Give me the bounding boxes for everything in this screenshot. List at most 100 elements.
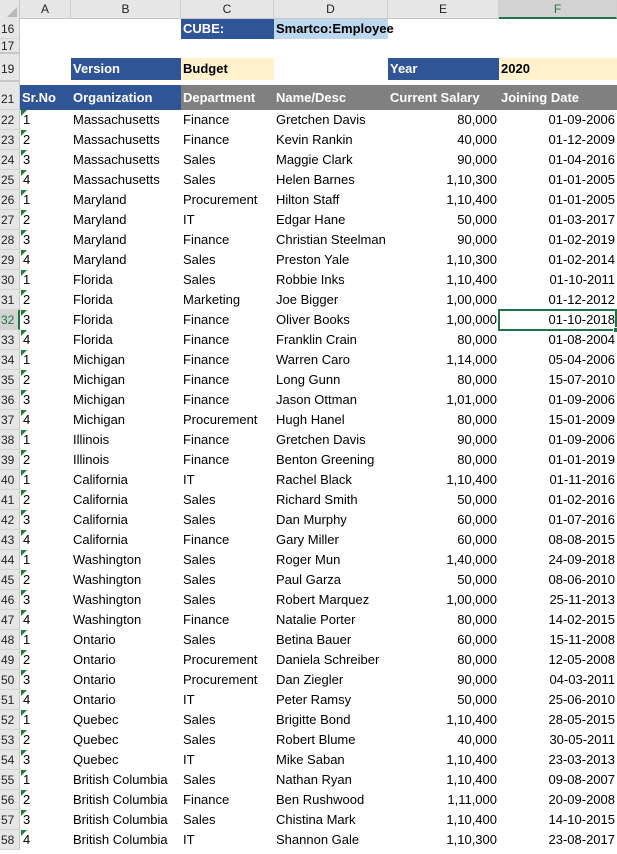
cell-joining-date[interactable]: 12-05-2008 bbox=[499, 650, 617, 670]
cell-department[interactable]: Finance bbox=[181, 390, 274, 410]
cell-salary[interactable]: 1,40,000 bbox=[388, 550, 499, 570]
cell-name[interactable]: Nathan Ryan bbox=[274, 770, 388, 790]
cell-name[interactable]: Robert Blume bbox=[274, 730, 388, 750]
cell-department[interactable]: Sales bbox=[181, 490, 274, 510]
column-header-d[interactable]: D bbox=[274, 0, 388, 19]
cell-srno[interactable]: 2 bbox=[20, 370, 71, 390]
cell-organization[interactable]: Massachusetts bbox=[71, 170, 181, 190]
row-header-47[interactable]: 47 bbox=[0, 610, 20, 630]
cell-salary[interactable]: 1,10,400 bbox=[388, 710, 499, 730]
row-header-48[interactable]: 48 bbox=[0, 630, 20, 650]
cell-salary[interactable]: 90,000 bbox=[388, 430, 499, 450]
cell-salary[interactable]: 60,000 bbox=[388, 630, 499, 650]
cell-joining-date[interactable]: 14-10-2015 bbox=[499, 810, 617, 830]
cell-salary[interactable]: 1,10,400 bbox=[388, 270, 499, 290]
cell-joining-date[interactable]: 08-08-2015 bbox=[499, 530, 617, 550]
column-header-b[interactable]: B bbox=[71, 0, 181, 19]
cell-joining-date[interactable]: 01-02-2019 bbox=[499, 230, 617, 250]
cell-srno[interactable]: 4 bbox=[20, 610, 71, 630]
row-header-21[interactable]: 21 bbox=[0, 82, 20, 110]
row-header-45[interactable]: 45 bbox=[0, 570, 20, 590]
cell-department[interactable]: Finance bbox=[181, 130, 274, 150]
cell-srno[interactable]: 1 bbox=[20, 710, 71, 730]
row-header-53[interactable]: 53 bbox=[0, 730, 20, 750]
cell-name[interactable]: Shannon Gale bbox=[274, 830, 388, 850]
cell-department[interactable]: Finance bbox=[181, 610, 274, 630]
cell-name[interactable]: Kevin Rankin bbox=[274, 130, 388, 150]
row-header-49[interactable]: 49 bbox=[0, 650, 20, 670]
cell-salary[interactable]: 50,000 bbox=[388, 570, 499, 590]
cell-organization[interactable]: British Columbia bbox=[71, 830, 181, 850]
column-header-e[interactable]: E bbox=[388, 0, 499, 19]
cell-name[interactable]: Dan Murphy bbox=[274, 510, 388, 530]
cell-name[interactable]: Betina Bauer bbox=[274, 630, 388, 650]
cell-name[interactable]: Hilton Staff bbox=[274, 190, 388, 210]
cell-department[interactable]: Finance bbox=[181, 330, 274, 350]
cell-salary[interactable]: 80,000 bbox=[388, 370, 499, 390]
cell-salary[interactable]: 60,000 bbox=[388, 530, 499, 550]
row-header-28[interactable]: 28 bbox=[0, 230, 20, 250]
cell-name[interactable]: Natalie Porter bbox=[274, 610, 388, 630]
cell-department[interactable]: Finance bbox=[181, 790, 274, 810]
cell-srno[interactable]: 2 bbox=[20, 570, 71, 590]
cell-department[interactable]: Sales bbox=[181, 550, 274, 570]
cell-name[interactable]: Gretchen Davis bbox=[274, 110, 388, 130]
cell-organization[interactable]: Florida bbox=[71, 310, 181, 330]
cell-department[interactable]: Sales bbox=[181, 170, 274, 190]
row-header-29[interactable]: 29 bbox=[0, 250, 20, 270]
cell-name[interactable]: Hugh Hanel bbox=[274, 410, 388, 430]
cell-srno[interactable]: 3 bbox=[20, 670, 71, 690]
cell-name[interactable]: Gretchen Davis bbox=[274, 430, 388, 450]
row-header-54[interactable]: 54 bbox=[0, 750, 20, 770]
cell-salary[interactable]: 40,000 bbox=[388, 130, 499, 150]
cell-joining-date[interactable]: 15-11-2008 bbox=[499, 630, 617, 650]
cell-salary[interactable]: 90,000 bbox=[388, 230, 499, 250]
cell-salary[interactable]: 1,10,400 bbox=[388, 770, 499, 790]
cell-organization[interactable]: Quebec bbox=[71, 750, 181, 770]
cell-srno[interactable]: 4 bbox=[20, 170, 71, 190]
cell-salary[interactable]: 50,000 bbox=[388, 490, 499, 510]
cell-salary[interactable]: 40,000 bbox=[388, 730, 499, 750]
cell-salary[interactable]: 1,10,400 bbox=[388, 810, 499, 830]
cell-name[interactable]: Preston Yale bbox=[274, 250, 388, 270]
cell-name[interactable]: Benton Greening bbox=[274, 450, 388, 470]
row-header-42[interactable]: 42 bbox=[0, 510, 20, 530]
cell-name[interactable]: Edgar Hane bbox=[274, 210, 388, 230]
row-header-56[interactable]: 56 bbox=[0, 790, 20, 810]
cell-joining-date[interactable]: 01-10-2018 bbox=[499, 310, 617, 330]
cell-srno[interactable]: 4 bbox=[20, 530, 71, 550]
cell-salary[interactable]: 80,000 bbox=[388, 450, 499, 470]
cell-joining-date[interactable]: 01-09-2006 bbox=[499, 430, 617, 450]
cell-srno[interactable]: 3 bbox=[20, 230, 71, 250]
cell-srno[interactable]: 1 bbox=[20, 470, 71, 490]
cell-organization[interactable]: Ontario bbox=[71, 650, 181, 670]
cell-department[interactable]: Finance bbox=[181, 110, 274, 130]
cell-name[interactable]: Long Gunn bbox=[274, 370, 388, 390]
cell-department[interactable]: Sales bbox=[181, 570, 274, 590]
cell-srno[interactable]: 3 bbox=[20, 390, 71, 410]
row-header-25[interactable]: 25 bbox=[0, 170, 20, 190]
row-header-27[interactable]: 27 bbox=[0, 210, 20, 230]
cell-joining-date[interactable]: 15-07-2010 bbox=[499, 370, 617, 390]
row-header-38[interactable]: 38 bbox=[0, 430, 20, 450]
cell-salary[interactable]: 1,14,000 bbox=[388, 350, 499, 370]
cell-joining-date[interactable]: 01-12-2012 bbox=[499, 290, 617, 310]
cell-srno[interactable]: 1 bbox=[20, 550, 71, 570]
cell-salary[interactable]: 80,000 bbox=[388, 610, 499, 630]
cell-joining-date[interactable]: 20-09-2008 bbox=[499, 790, 617, 810]
row-header-19[interactable]: 19 bbox=[0, 54, 20, 82]
cell-name[interactable]: Roger Mun bbox=[274, 550, 388, 570]
cell-organization[interactable]: Illinois bbox=[71, 430, 181, 450]
cell-joining-date[interactable]: 01-01-2005 bbox=[499, 190, 617, 210]
cell-department[interactable]: Sales bbox=[181, 150, 274, 170]
cell-srno[interactable]: 3 bbox=[20, 510, 71, 530]
column-header-f[interactable]: F bbox=[499, 0, 617, 19]
row-header-50[interactable]: 50 bbox=[0, 670, 20, 690]
cell-joining-date[interactable]: 28-05-2015 bbox=[499, 710, 617, 730]
row-header-44[interactable]: 44 bbox=[0, 550, 20, 570]
cell-name[interactable]: Christian Steelman bbox=[274, 230, 388, 250]
cell-department[interactable]: Sales bbox=[181, 250, 274, 270]
cell-organization[interactable]: Maryland bbox=[71, 250, 181, 270]
cell-joining-date[interactable]: 01-07-2016 bbox=[499, 510, 617, 530]
cell-srno[interactable]: 3 bbox=[20, 810, 71, 830]
